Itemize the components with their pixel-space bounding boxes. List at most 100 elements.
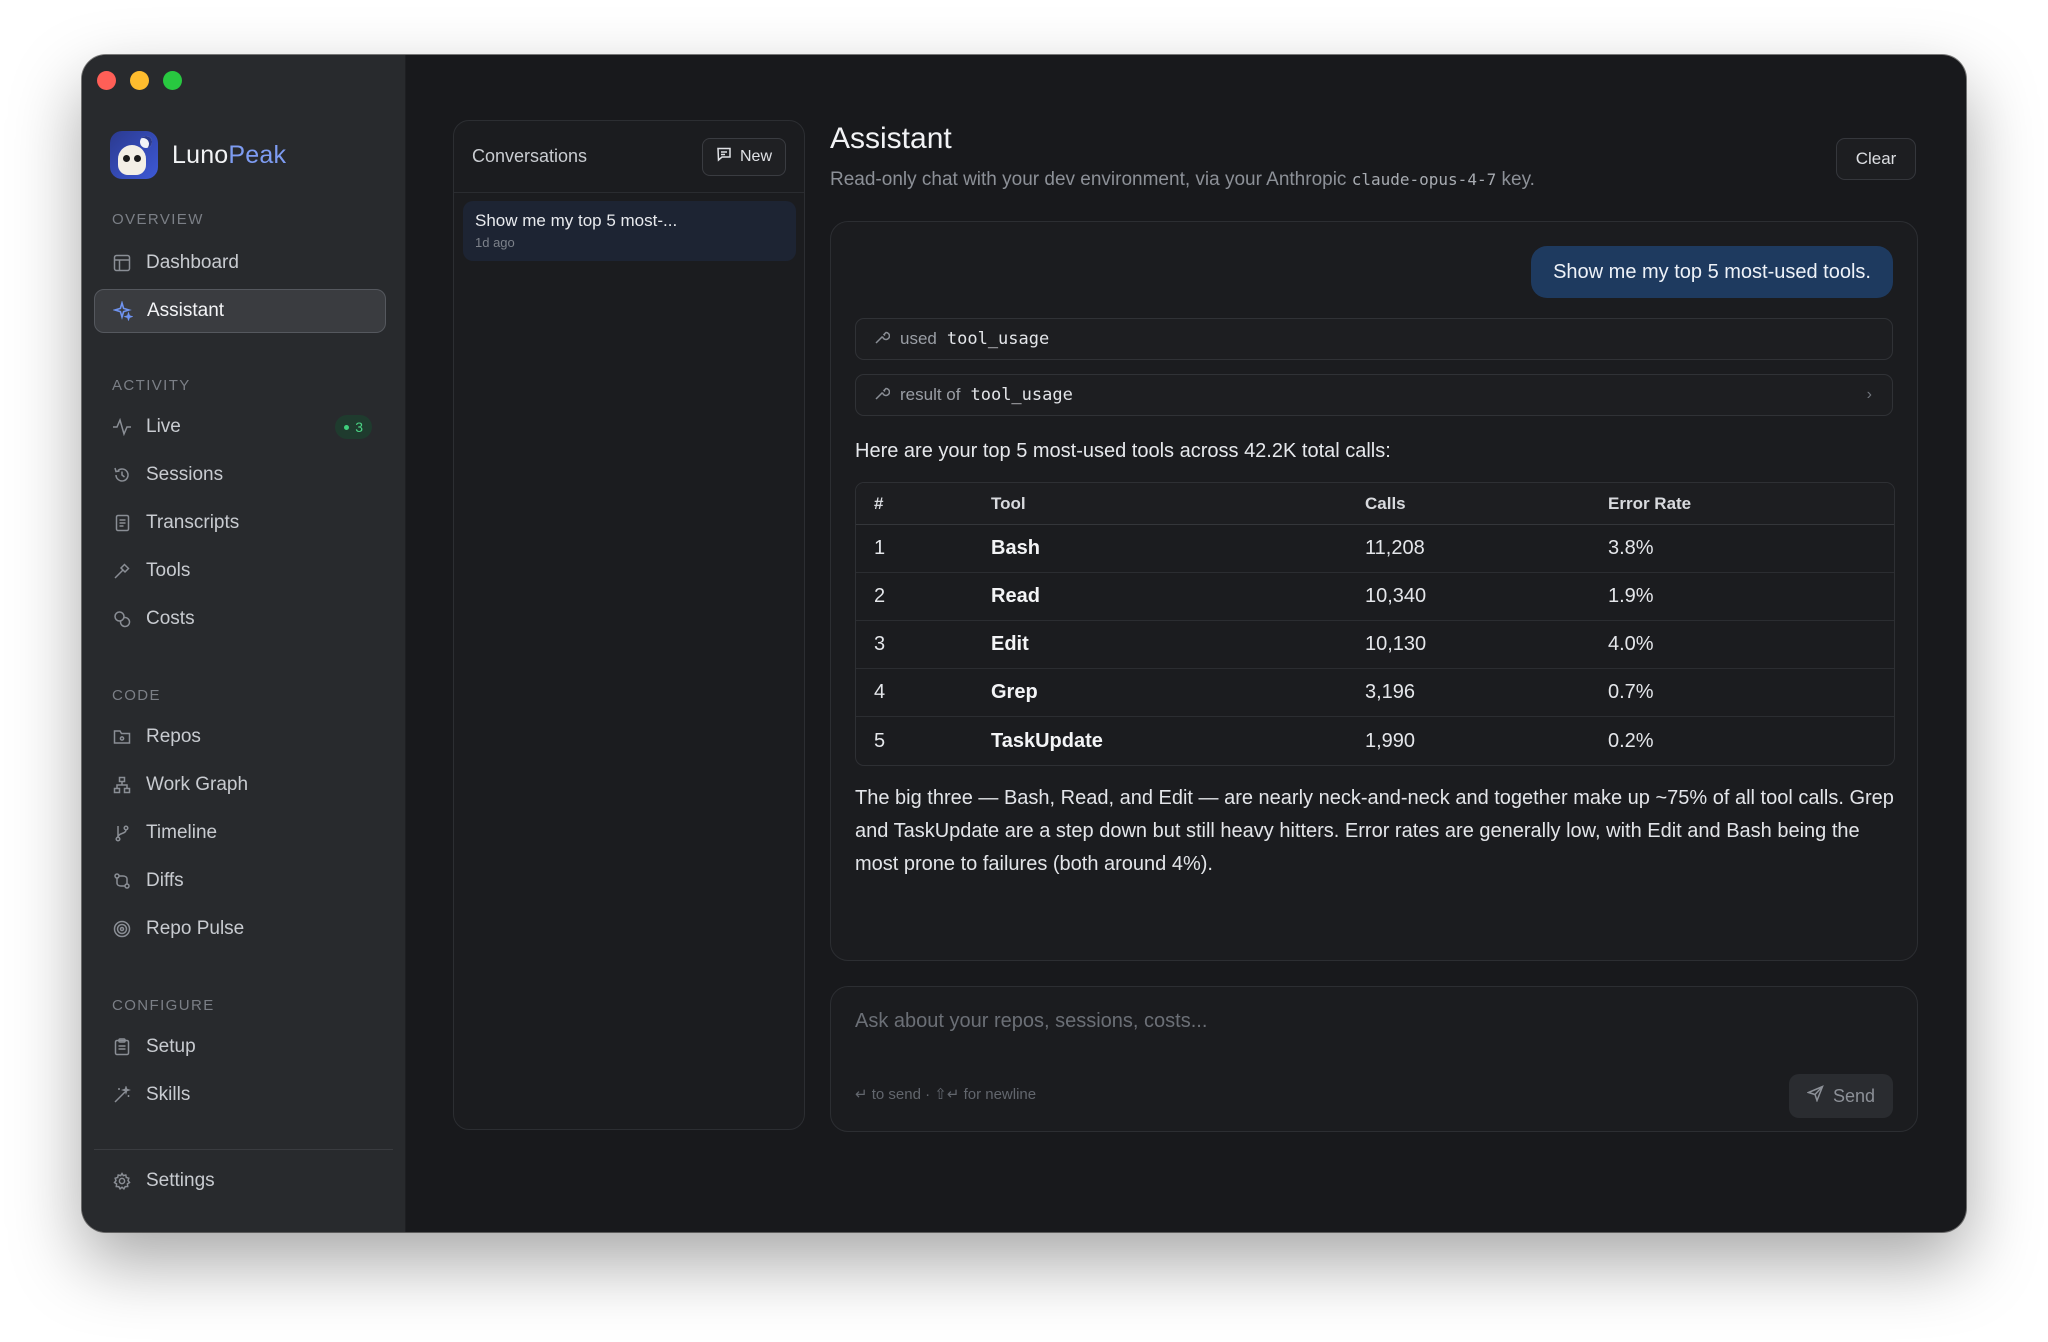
gear-icon (112, 1171, 132, 1191)
sparkle-icon (113, 301, 133, 321)
message-composer[interactable]: Ask about your repos, sessions, costs...… (830, 986, 1918, 1132)
history-icon (112, 465, 132, 485)
sidebar-item-label: Live (146, 416, 181, 437)
cell-calls: 10,130 (1365, 633, 1427, 655)
nav-section-overview: OVERVIEW Dashboard Assistant (82, 209, 406, 333)
table-row: 1 Bash 11,208 3.8% (856, 525, 1894, 573)
sidebar-item-live[interactable]: Live 3 (94, 405, 386, 449)
sidebar-item-transcripts[interactable]: Transcripts (94, 501, 386, 545)
sidebar-item-repo-pulse[interactable]: Repo Pulse (94, 907, 386, 951)
section-label-activity: ACTIVITY (112, 377, 191, 394)
page-title: Assistant (830, 122, 952, 155)
sidebar-item-assistant[interactable]: Assistant (94, 289, 386, 333)
sidebar-item-label: Assistant (147, 300, 225, 321)
cell-rank: 1 (874, 537, 886, 559)
sidebar-item-label: Setup (146, 1036, 196, 1057)
tool-result-row[interactable]: result of tool_usage › (855, 374, 1893, 416)
sidebar-item-costs[interactable]: Costs (94, 597, 386, 641)
cell-tool: Grep (991, 681, 1038, 703)
table-row: 3 Edit 10,130 4.0% (856, 621, 1894, 669)
user-message: Show me my top 5 most-used tools. (1531, 246, 1893, 298)
tool-used-row: used tool_usage (855, 318, 1893, 360)
conversations-title: Conversations (472, 146, 588, 166)
git-compare-icon (112, 871, 132, 891)
sidebar-item-timeline[interactable]: Timeline (94, 811, 386, 855)
cell-tool: Read (991, 585, 1040, 607)
sidebar-item-diffs[interactable]: Diffs (94, 859, 386, 903)
minimize-window-button[interactable] (130, 71, 149, 90)
cell-tool: Edit (991, 633, 1029, 655)
sidebar-item-skills[interactable]: Skills (94, 1073, 386, 1117)
send-button[interactable]: Send (1789, 1074, 1893, 1118)
section-label-overview: OVERVIEW (112, 211, 204, 228)
sidebar-item-label: Timeline (146, 822, 218, 843)
git-branch-icon (112, 823, 132, 843)
hammer-icon (112, 561, 132, 581)
cell-error-rate: 3.8% (1608, 537, 1654, 559)
sidebar-item-tools[interactable]: Tools (94, 549, 386, 593)
sidebar-item-dashboard[interactable]: Dashboard (94, 241, 386, 285)
sidebar-divider (94, 1149, 393, 1150)
sidebar-item-label: Diffs (146, 870, 184, 891)
close-window-button[interactable] (97, 71, 116, 90)
tool-usage-table: # Tool Calls Error Rate 1 Bash 11,208 3.… (855, 482, 1895, 766)
keyboard-hint: ↵ to send · ⇧↵ for newline (855, 1086, 1037, 1103)
radar-icon (112, 919, 132, 939)
column-header-error-rate: Error Rate (1608, 493, 1692, 513)
sidebar-item-settings[interactable]: Settings (94, 1159, 386, 1203)
brand: LunoPeak (110, 131, 286, 179)
cell-error-rate: 4.0% (1608, 633, 1654, 655)
column-header-tool: Tool (991, 493, 1026, 513)
nav-section-settings: Settings (82, 1159, 406, 1203)
cell-calls: 11,208 (1365, 537, 1425, 559)
layout-icon (112, 253, 132, 273)
sidebar: LunoPeak OVERVIEW Dashboard Assistant AC… (82, 55, 406, 1232)
clear-button[interactable]: Clear (1836, 138, 1916, 180)
sidebar-item-label: Settings (146, 1170, 215, 1191)
wrench-icon (874, 385, 891, 406)
sidebar-item-label: Tools (146, 560, 191, 581)
sidebar-item-repos[interactable]: Repos (94, 715, 386, 759)
sidebar-item-label: Skills (146, 1084, 191, 1105)
conversation-time: 1d ago (475, 235, 515, 250)
network-icon (112, 775, 132, 795)
assistant-summary: The big three — Bash, Read, and Edit — a… (855, 787, 1894, 875)
window-controls (97, 71, 182, 90)
nav-section-activity: ACTIVITY Live 3 Sessions Transcripts Too… (82, 375, 406, 641)
clipboard-icon (112, 1037, 132, 1057)
send-icon (1806, 1085, 1824, 1107)
zoom-window-button[interactable] (163, 71, 182, 90)
cell-rank: 5 (874, 729, 886, 752)
conversation-item[interactable]: Show me my top 5 most-... 1d ago (463, 201, 796, 261)
sidebar-item-label: Repos (146, 726, 201, 747)
sidebar-item-setup[interactable]: Setup (94, 1025, 386, 1069)
section-label-code: CODE (112, 687, 161, 704)
sidebar-item-sessions[interactable]: Sessions (94, 453, 386, 497)
sidebar-item-work-graph[interactable]: Work Graph (94, 763, 386, 807)
conversation-title: Show me my top 5 most-... (475, 211, 678, 230)
folder-git-icon (112, 727, 132, 747)
sidebar-item-label: Sessions (146, 464, 224, 485)
message-input[interactable]: Ask about your repos, sessions, costs... (855, 1010, 1207, 1033)
cell-calls: 10,340 (1365, 585, 1427, 607)
new-conversation-button[interactable]: New (701, 137, 786, 176)
table-row: 2 Read 10,340 1.9% (856, 573, 1894, 621)
table-row: 4 Grep 3,196 0.7% (856, 669, 1894, 717)
sidebar-item-label: Transcripts (146, 512, 240, 533)
conversations-header: Conversations New (454, 121, 804, 193)
app-window: LunoPeak OVERVIEW Dashboard Assistant AC… (82, 55, 1966, 1232)
owl-logo-icon (110, 131, 158, 179)
chat-transcript: Show me my top 5 most-used tools. used t… (830, 221, 1918, 961)
wand-icon (112, 1085, 132, 1105)
column-header-rank: # (874, 493, 884, 513)
page-subtitle: Read-only chat with your dev environment… (830, 169, 1535, 190)
table-row: 5 TaskUpdate 1,990 0.2% (856, 717, 1894, 765)
pulse-icon (112, 417, 132, 437)
cell-calls: 1,990 (1365, 729, 1416, 752)
chevron-right-icon: › (1866, 386, 1872, 403)
cell-tool: TaskUpdate (991, 729, 1103, 752)
cell-error-rate: 0.2% (1608, 729, 1654, 752)
message-square-icon (716, 146, 732, 167)
wrench-icon (874, 329, 891, 350)
coins-icon (112, 609, 132, 629)
